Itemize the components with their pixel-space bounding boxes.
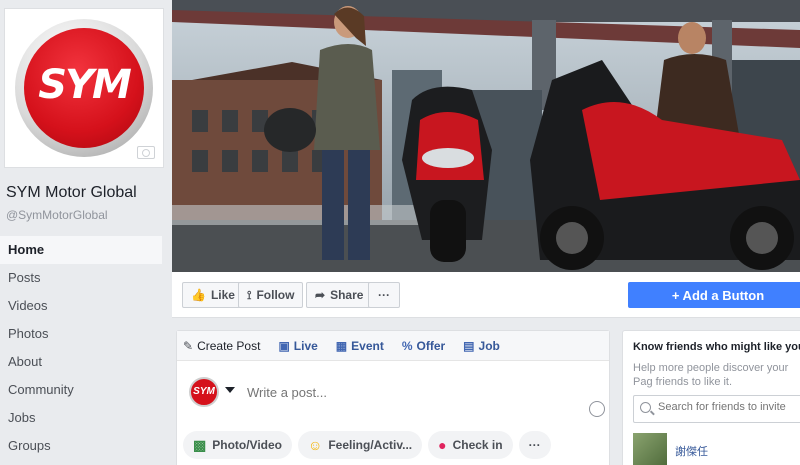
sym-logo: SYM (15, 19, 153, 157)
cover-photo[interactable] (172, 0, 800, 272)
cover-scene (172, 0, 800, 272)
tab-event[interactable]: ▦ Event (336, 339, 384, 353)
write-post-row: SYM (189, 375, 605, 411)
page-name[interactable]: SYM Motor Global (6, 184, 137, 202)
pencil-icon: ✎ (183, 338, 194, 353)
tab-create-post[interactable]: ✎ Create Post (183, 339, 260, 353)
sidebar-item-community[interactable]: Community (0, 376, 162, 404)
composer-actions: ▩ Photo/Video ☺ Feeling/Activ... ● Check… (183, 431, 551, 459)
offer-tag-icon: % (401, 338, 413, 353)
search-icon (640, 402, 651, 413)
invite-card-title: Know friends who might like your (633, 341, 800, 353)
composer-tabs: ✎ Create Post ▣ Live ▦ Event % Offer ▤ J… (177, 331, 609, 361)
logo-text: SYM (38, 62, 132, 108)
smiley-icon: ☺ (308, 437, 323, 453)
friend-search-input[interactable] (658, 401, 800, 413)
thumbs-up-icon: 👍 (191, 288, 206, 302)
like-button[interactable]: 👍 Like (182, 282, 244, 308)
live-video-icon: ▣ (278, 338, 290, 353)
sidebar-item-groups[interactable]: Groups (0, 432, 162, 460)
more-options-button[interactable]: ··· (518, 431, 551, 459)
page-action-bar: 👍 Like ⟟ Follow ➦ Share ··· + Add a Butt… (172, 272, 800, 318)
map-pin-icon: ● (438, 437, 447, 453)
tab-job[interactable]: ▤ Job (463, 339, 500, 353)
check-in-button[interactable]: ● Check in (428, 431, 513, 459)
feeling-activity-button[interactable]: ☺ Feeling/Activ... (298, 431, 423, 459)
sidebar-item-posts[interactable]: Posts (0, 264, 162, 292)
left-sidebar: SYM SYM Motor Global @SymMotorGlobal Hom… (0, 0, 172, 465)
invite-card-subtitle: Help more people discover your Pag frien… (633, 362, 789, 388)
sidebar-item-videos[interactable]: Videos (0, 292, 162, 320)
more-button[interactable]: ··· (368, 282, 400, 308)
add-a-button[interactable]: + Add a Button (628, 282, 800, 308)
emoji-icon[interactable] (589, 401, 605, 417)
follow-button[interactable]: ⟟ Follow (238, 282, 304, 308)
tab-live[interactable]: ▣ Live (278, 339, 317, 353)
invite-friends-card: Know friends who might like your Help mo… (622, 330, 800, 465)
friend-search[interactable] (633, 395, 800, 423)
photo-icon: ▩ (193, 436, 207, 453)
avatar[interactable]: SYM (189, 377, 219, 407)
chevron-down-icon[interactable] (225, 387, 235, 393)
friend-name[interactable]: 謝傑任 (675, 443, 708, 459)
briefcase-icon: ▤ (463, 338, 475, 353)
camera-icon[interactable] (137, 146, 155, 159)
profile-picture[interactable]: SYM (4, 8, 164, 168)
photo-video-button[interactable]: ▩ Photo/Video (183, 431, 293, 459)
sidebar-item-jobs[interactable]: Jobs (0, 404, 162, 432)
post-composer: ✎ Create Post ▣ Live ▦ Event % Offer ▤ J… (176, 330, 610, 465)
friend-avatar[interactable] (633, 433, 667, 465)
sidebar-nav: Home Posts Videos Photos About Community… (0, 236, 162, 460)
sidebar-item-home[interactable]: Home (0, 236, 162, 264)
tab-offer[interactable]: % Offer (402, 339, 445, 353)
sidebar-item-photos[interactable]: Photos (0, 320, 162, 348)
calendar-icon: ▦ (335, 338, 348, 353)
rss-icon: ⟟ (247, 287, 252, 302)
page-handle[interactable]: @SymMotorGlobal (6, 208, 108, 222)
write-post-input[interactable] (247, 383, 547, 401)
sidebar-item-about[interactable]: About (0, 348, 162, 376)
share-arrow-icon: ➦ (315, 288, 326, 302)
share-button[interactable]: ➦ Share (306, 282, 373, 308)
